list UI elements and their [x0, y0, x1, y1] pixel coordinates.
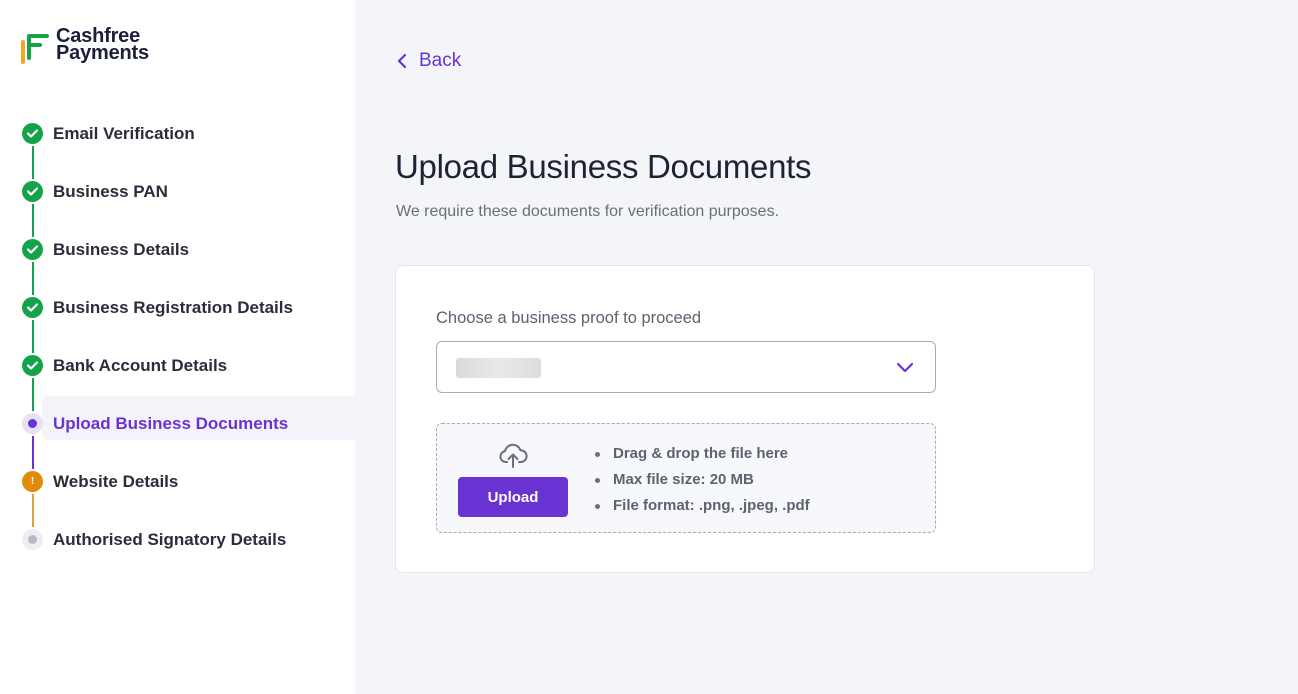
chevron-down-icon: [896, 362, 914, 373]
list-item: Drag & drop the file here: [595, 444, 810, 470]
brand-name: Cashfree Payments: [56, 26, 149, 64]
upload-button[interactable]: Upload: [458, 477, 568, 517]
current-step-icon: [22, 413, 43, 434]
redacted-selected-value: [456, 358, 541, 378]
check-icon: [22, 123, 43, 144]
check-icon: [22, 297, 43, 318]
file-dropzone[interactable]: Upload Drag & drop the file here Max fil…: [436, 423, 936, 533]
step-label: Email Verification: [53, 124, 195, 143]
list-item: File format: .png, .jpeg, .pdf: [595, 496, 810, 522]
step-business-registration-details[interactable]: Business Registration Details: [0, 279, 355, 353]
brand-line-2: Payments: [56, 42, 149, 64]
list-item: Max file size: 20 MB: [595, 470, 810, 496]
page-title: Upload Business Documents: [395, 148, 812, 185]
pending-step-icon: [22, 529, 43, 550]
onboarding-steps: Email Verification Business PAN Business…: [0, 105, 355, 569]
step-label: Authorised Signatory Details: [53, 530, 287, 549]
check-icon: [22, 355, 43, 376]
back-label: Back: [419, 50, 462, 71]
step-label: Business Registration Details: [53, 298, 293, 317]
step-website-details[interactable]: ! Website Details: [0, 453, 355, 527]
documents-card: Choose a business proof to proceed Uploa…: [395, 265, 1095, 573]
step-label: Business PAN: [53, 182, 168, 201]
check-icon: [22, 181, 43, 202]
cashfree-logo[interactable]: Cashfree Payments: [20, 26, 149, 64]
business-proof-label: Choose a business proof to proceed: [436, 309, 702, 327]
step-upload-business-documents[interactable]: Upload Business Documents: [0, 395, 355, 469]
cashfree-logo-icon: [21, 34, 49, 64]
warning-icon: !: [22, 471, 43, 492]
step-label: Bank Account Details: [53, 356, 228, 375]
step-label: Upload Business Documents: [53, 414, 289, 433]
cloud-upload-icon: [499, 443, 528, 468]
step-business-pan[interactable]: Business PAN: [0, 163, 355, 237]
upload-requirements: Drag & drop the file here Max file size:…: [595, 444, 810, 522]
chevron-left-icon: [397, 53, 407, 69]
business-proof-select[interactable]: [436, 341, 936, 393]
step-bank-account-details[interactable]: Bank Account Details: [0, 337, 355, 411]
step-business-details[interactable]: Business Details: [0, 221, 355, 295]
step-label: Website Details: [53, 472, 179, 491]
main-content: Back Upload Business Documents We requir…: [355, 0, 1298, 694]
check-icon: [22, 239, 43, 260]
page-subtitle: We require these documents for verificat…: [396, 203, 780, 220]
back-button[interactable]: Back: [397, 50, 461, 72]
step-authorised-signatory-details[interactable]: Authorised Signatory Details: [0, 511, 355, 569]
sidebar: Cashfree Payments Email Verification Bus…: [0, 0, 355, 694]
step-email-verification[interactable]: Email Verification: [0, 105, 355, 179]
step-label: Business Details: [53, 240, 190, 259]
